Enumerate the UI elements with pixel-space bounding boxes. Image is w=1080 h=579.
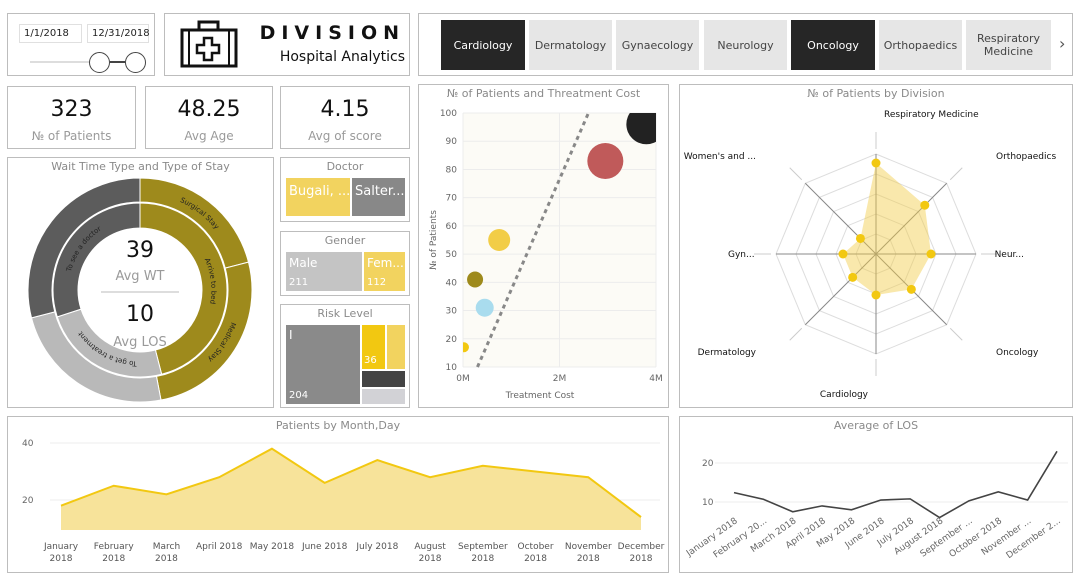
division-button-dermatology[interactable]: Dermatology — [529, 20, 612, 70]
tile-count: 204 — [289, 390, 309, 401]
tile-label: Fem... — [367, 256, 404, 270]
risk-tile-i[interactable]: I 204 — [286, 325, 360, 404]
division-button-oncology[interactable]: Oncology — [791, 20, 875, 70]
doctor-tile-salter[interactable]: Salter... — [352, 178, 405, 216]
doctor-tile-bugali[interactable]: Bugali, ... — [286, 178, 350, 216]
end-date-input[interactable]: 12/31/2018 — [87, 24, 150, 43]
kpi-value: 323 — [50, 97, 93, 122]
slider-handle-start[interactable] — [89, 52, 110, 73]
kpi-avg-age: 48.25 Avg Age — [145, 86, 273, 149]
division-button-cardiology[interactable]: Cardiology — [441, 20, 525, 70]
tile-label: Male — [289, 256, 318, 270]
slider-range — [110, 61, 125, 63]
medical-kit-icon — [180, 20, 238, 68]
header: DIVISION Hospital Analytics — [164, 13, 410, 76]
kpi-label: Avg of score — [308, 129, 382, 143]
slider-handle-end[interactable] — [125, 52, 146, 73]
gender-slicer: Gender Male 211 Fem... 112 — [280, 231, 410, 296]
chart-title: Average of LOS — [833, 419, 919, 432]
wait-time-donut-panel: Wait Time Type and Type of Stay — [7, 157, 274, 408]
chart-title: Risk Level — [317, 307, 373, 320]
risk-tile-4[interactable] — [362, 371, 405, 387]
chart-title: № of Patients by Division — [807, 87, 945, 100]
kpi-label: Avg Age — [184, 129, 234, 143]
chart-title: Gender — [324, 234, 366, 247]
risk-tile-3[interactable] — [387, 325, 405, 369]
tile-count: 211 — [289, 277, 309, 288]
area-panel: Patients by Month,Day — [7, 416, 669, 573]
risk-tile-5[interactable] — [362, 389, 405, 404]
radar-panel: № of Patients by Division — [679, 84, 1073, 408]
chevron-right-icon[interactable]: › — [1059, 34, 1065, 53]
tile-label: I — [289, 328, 293, 342]
chart-title: Patients by Month,Day — [275, 419, 401, 432]
start-date-input[interactable]: 1/1/2018 — [19, 24, 82, 43]
kpi-patients: 323 № of Patients — [7, 86, 136, 149]
chart-title: Wait Time Type and Type of Stay — [51, 160, 230, 173]
chart-title: № of Patients and Threatment Cost — [446, 87, 641, 100]
page-title: DIVISION — [259, 22, 405, 44]
division-button-respiratory-medicine[interactable]: Respiratory Medicine — [966, 20, 1051, 70]
kpi-value: 4.15 — [320, 97, 370, 122]
tile-count: 36 — [364, 355, 377, 366]
risk-level-treemap: Risk Level I 204 36 — [280, 304, 410, 408]
division-slicer: Cardiology Dermatology Gynaecology Neuro… — [418, 13, 1073, 76]
kpi-label: № of Patients — [31, 129, 112, 143]
division-button-gynaecology[interactable]: Gynaecology — [616, 20, 699, 70]
risk-tile-2[interactable]: 36 — [362, 325, 385, 369]
date-slicer: 1/1/2018 12/31/2018 — [7, 13, 155, 76]
kpi-avg-score: 4.15 Avg of score — [280, 86, 410, 149]
doctor-slicer: Doctor Bugali, ... Salter... — [280, 157, 410, 222]
kpi-value: 48.25 — [177, 97, 241, 122]
tile-count: 112 — [367, 277, 387, 288]
division-button-neurology[interactable]: Neurology — [704, 20, 787, 70]
page-subtitle: Hospital Analytics — [279, 49, 405, 65]
gender-tile-male[interactable]: Male 211 — [286, 252, 362, 291]
division-button-orthopaedics[interactable]: Orthopaedics — [879, 20, 962, 70]
los-panel: Average of LOS — [679, 416, 1073, 573]
scatter-panel: № of Patients and Threatment Cost — [418, 84, 669, 408]
gender-tile-female[interactable]: Fem... 112 — [364, 252, 405, 291]
chart-title: Doctor — [326, 160, 364, 173]
